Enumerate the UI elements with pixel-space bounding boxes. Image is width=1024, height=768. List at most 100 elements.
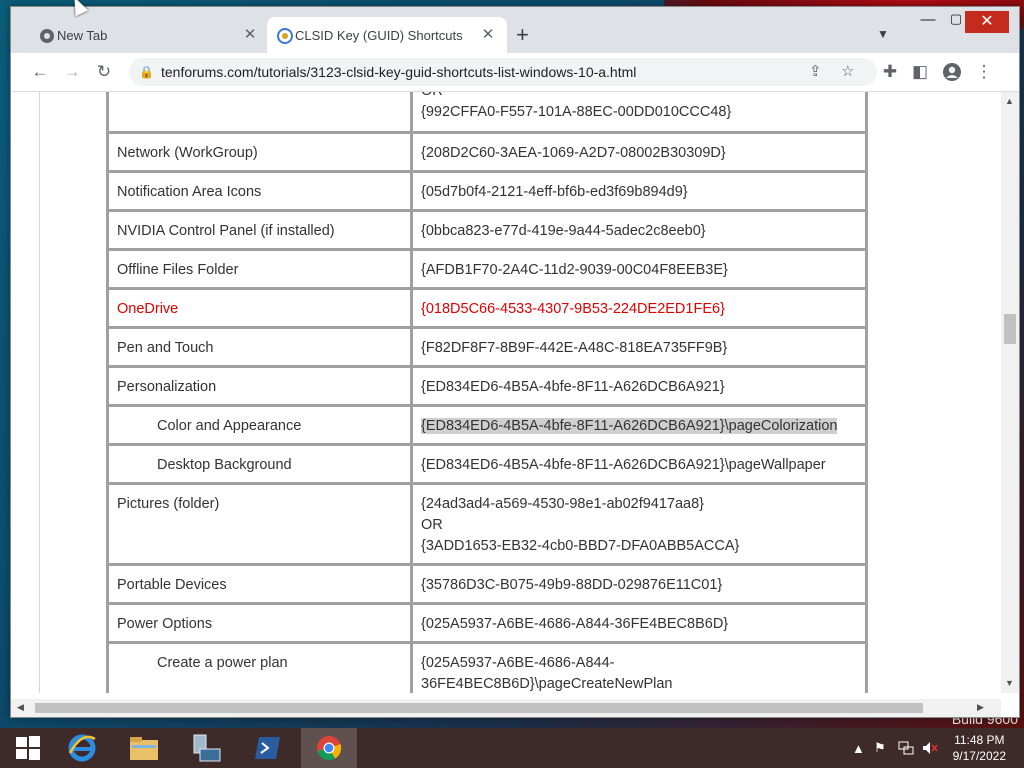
profile-avatar-icon[interactable] <box>939 59 965 85</box>
network-icon[interactable] <box>898 728 914 768</box>
scroll-up-icon[interactable]: ▲ <box>1005 96 1014 106</box>
name-cell: NVIDIA Control Panel (if installed) <box>106 209 413 251</box>
table-row: Power Options {025A5937-A6BE-4686-A844-36… <box>106 602 868 644</box>
side-panel-icon[interactable]: ◧ <box>907 59 933 85</box>
clsid-line: {ED834ED6-4B5A-4bfe-8F11-A626DCB6A921} <box>421 379 725 395</box>
scroll-thumb[interactable] <box>1004 314 1016 344</box>
minimize-icon[interactable]: — <box>913 11 943 28</box>
clsid-cell: {AFDB1F70-2A4C-11d2-9039-00C04F8EEB3E} <box>410 248 868 290</box>
url-text: tenforums.com/tutorials/3123-clsid-key-g… <box>161 64 637 80</box>
chrome-taskbar-icon[interactable] <box>301 728 357 768</box>
clsid-line: {F82DF8F7-8B9F-442E-A48C-818EA735FF9B} <box>421 340 728 356</box>
forward-arrow-icon[interactable]: → <box>59 59 85 85</box>
table-row: Create a power plan {025A5937-A6BE-4686-A… <box>106 641 868 693</box>
server-manager-icon[interactable] <box>178 728 234 768</box>
name-cell: Offline Files Folder <box>106 248 413 290</box>
table-row: OR {992CFFA0-F557-101A-88EC-00DD010CCC48} <box>106 92 868 134</box>
table-row: OneDrive {018D5C66-4533-4307-9B53-224DE2E… <box>106 287 868 329</box>
clsid-line: {35786D3C-B075-49b9-88DD-029876E11C01} <box>421 577 723 593</box>
tab-strip: New Tab ✕ CLSID Key (GUID) Shortcuts Lis… <box>11 7 1019 53</box>
extensions-puzzle-icon[interactable]: ✚ <box>877 59 903 85</box>
volume-muted-icon[interactable] <box>922 728 938 768</box>
shortcut-name: Color and Appearance <box>157 418 302 434</box>
clock-time: 11:48 PM <box>954 733 1005 747</box>
ie-icon[interactable] <box>54 728 110 768</box>
close-window-icon[interactable]: ✕ <box>965 11 1009 33</box>
tab-clsid[interactable]: CLSID Key (GUID) Shortcuts List f ✕ <box>267 17 507 53</box>
name-cell: Personalization <box>106 365 413 407</box>
name-cell: Power Options <box>106 602 413 644</box>
clsid-cell: {0bbca823-e77d-419e-9a44-5adec2c8eeb0} <box>410 209 868 251</box>
tab-new-tab[interactable]: New Tab ✕ <box>29 17 269 53</box>
start-windows-icon[interactable] <box>0 728 56 768</box>
address-bar[interactable]: 🔒 tenforums.com/tutorials/3123-clsid-key… <box>129 58 877 86</box>
clsid-line: {ED834ED6-4B5A-4bfe-8F11-A626DCB6A921}\p… <box>421 416 857 437</box>
name-cell: Portable Devices <box>106 563 413 605</box>
table-row: Color and Appearance {ED834ED6-4B5A-4bfe-… <box>106 404 868 446</box>
reload-icon[interactable]: ↻ <box>91 59 117 85</box>
clsid-cell: {05d7b0f4-2121-4eff-bf6b-ed3f69b894d9} <box>410 170 868 212</box>
clsid-line: {0bbca823-e77d-419e-9a44-5adec2c8eeb0} <box>421 223 706 239</box>
shortcut-name: Pen and Touch <box>117 340 214 356</box>
selected-text: {ED834ED6-4B5A-4bfe-8F11-A626DCB6A921}\p… <box>421 418 838 434</box>
clsid-cell: {24ad3ad4-a569-4530-98e1-ab02f9417aa8} OR… <box>410 482 868 566</box>
name-cell <box>106 92 413 134</box>
shortcut-name: Pictures (folder) <box>117 496 220 512</box>
scroll-down-icon[interactable]: ▼ <box>1005 678 1014 688</box>
clsid-line: {992CFFA0-F557-101A-88EC-00DD010CCC48} <box>421 104 732 120</box>
clsid-line: {025A5937-A6BE-4686-A844-36FE4BEC8B6D} <box>421 616 729 632</box>
bookmark-star-icon[interactable]: ☆ <box>841 58 854 86</box>
clsid-line: {3ADD1653-EB32-4cb0-BBD7-DFA0ABB5ACCA} <box>421 538 740 554</box>
name-cell: OneDrive <box>106 287 413 329</box>
shortcut-name: Power Options <box>117 616 213 632</box>
close-tab-icon[interactable]: ✕ <box>479 25 497 43</box>
shortcut-name: NVIDIA Control Panel (if installed) <box>117 223 335 239</box>
scroll-right-icon[interactable]: ▶ <box>977 702 984 713</box>
vertical-scrollbar[interactable]: ▲ ▼ <box>1001 92 1019 693</box>
clsid-cell: {ED834ED6-4B5A-4bfe-8F11-A626DCB6A921} <box>410 365 868 407</box>
menu-kebab-icon[interactable]: ⋮ <box>971 59 997 85</box>
clsid-line: {ED834ED6-4B5A-4bfe-8F11-A626DCB6A921}\p… <box>421 457 826 473</box>
clsid-line: {208D2C60-3AEA-1069-A2D7-08002B30309D} <box>421 145 726 161</box>
close-tab-icon[interactable]: ✕ <box>241 25 259 43</box>
name-cell: Network (WorkGroup) <box>106 131 413 173</box>
page-content: OR {992CFFA0-F557-101A-88EC-00DD010CCC48}… <box>11 92 991 693</box>
tenforums-icon <box>277 28 293 44</box>
scroll-left-icon[interactable]: ◀ <box>17 702 24 713</box>
powershell-icon[interactable] <box>240 728 296 768</box>
name-cell: Pictures (folder) <box>106 482 413 566</box>
browser-window: New Tab ✕ CLSID Key (GUID) Shortcuts Lis… <box>10 6 1020 718</box>
clsid-cell: {F82DF8F7-8B9F-442E-A48C-818EA735FF9B} <box>410 326 868 368</box>
chrome-icon <box>39 28 55 44</box>
file-explorer-icon[interactable] <box>116 728 172 768</box>
table-row: Pen and Touch {F82DF8F7-8B9F-442E-A48C-81… <box>106 326 868 368</box>
table-row: Portable Devices {35786D3C-B075-49b9-88DD… <box>106 563 868 605</box>
system-clock[interactable]: 11:48 PM 9/17/2022 <box>953 732 1006 764</box>
share-icon[interactable]: ⇪ <box>809 58 822 86</box>
shortcut-name: Network (WorkGroup) <box>117 145 258 161</box>
clsid-cell: {35786D3C-B075-49b9-88DD-029876E11C01} <box>410 563 868 605</box>
show-hidden-icons-icon[interactable]: ▲ <box>852 728 865 768</box>
shortcut-name: Offline Files Folder <box>117 262 239 278</box>
shortcut-name: OneDrive <box>117 301 179 317</box>
table-row: Network (WorkGroup) {208D2C60-3AEA-1069-A… <box>106 131 868 173</box>
shortcut-name: Notification Area Icons <box>117 184 262 200</box>
clsid-line: 36FE4BEC8B6D}\pageCreateNewPlan <box>421 676 673 692</box>
clsid-cell: {208D2C60-3AEA-1069-A2D7-08002B30309D} <box>410 131 868 173</box>
clsid-cell: OR {992CFFA0-F557-101A-88EC-00DD010CCC48} <box>410 92 868 134</box>
tab-title: CLSID Key (GUID) Shortcuts List f <box>295 27 465 43</box>
shortcut-name: Portable Devices <box>117 577 227 593</box>
chevron-down-icon[interactable]: ▼ <box>877 27 889 41</box>
clsid-cell: {ED834ED6-4B5A-4bfe-8F11-A626DCB6A921}\p… <box>410 404 868 446</box>
clsid-line: {025A5937-A6BE-4686-A844- <box>421 655 615 671</box>
scroll-thumb[interactable] <box>35 703 923 713</box>
new-tab-plus-icon[interactable]: + <box>516 24 529 46</box>
page-column: OR {992CFFA0-F557-101A-88EC-00DD010CCC48}… <box>39 92 991 693</box>
action-center-flag-icon[interactable]: ⚑ <box>874 728 886 768</box>
back-arrow-icon[interactable]: ← <box>27 59 53 85</box>
name-cell: Pen and Touch <box>106 326 413 368</box>
shortcut-name: Personalization <box>117 379 217 395</box>
toolbar: ← → ↻ 🔒 tenforums.com/tutorials/3123-cls… <box>11 53 1019 92</box>
horizontal-scrollbar[interactable]: ◀ ▶ <box>11 699 1001 717</box>
clsid-line: {05d7b0f4-2121-4eff-bf6b-ed3f69b894d9} <box>421 184 688 200</box>
